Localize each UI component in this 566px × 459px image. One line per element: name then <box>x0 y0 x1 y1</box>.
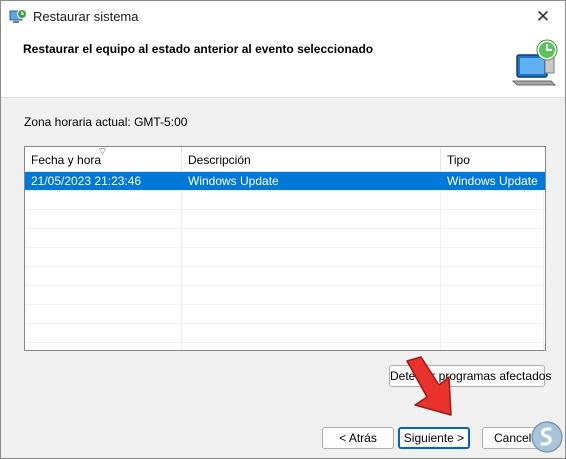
empty-table-row <box>25 267 545 286</box>
system-restore-icon <box>9 9 27 23</box>
close-icon: ✕ <box>535 7 551 26</box>
empty-table-row <box>25 248 545 267</box>
list-rows: 21/05/2023 21:23:46 Windows Update Windows… <box>25 172 545 343</box>
column-header-type[interactable]: Tipo <box>441 147 545 171</box>
empty-table-row <box>25 229 545 248</box>
column-header-description-label: Descripción <box>188 153 251 167</box>
empty-table-row <box>25 305 545 324</box>
title-bar[interactable]: Restaurar sistema ✕ <box>1 1 565 33</box>
column-header-type-label: Tipo <box>447 153 470 167</box>
empty-table-row <box>25 210 545 229</box>
list-header: ▽ Fecha y hora Descripción Tipo <box>25 147 545 172</box>
detect-affected-programs-button[interactable]: Detectar programas afectados <box>389 365 551 387</box>
computer-restore-icon <box>511 39 558 86</box>
window-title: Restaurar sistema <box>33 9 139 24</box>
timezone-label: Zona horaria actual: GMT-5:00 <box>24 115 188 129</box>
watermark-logo-icon <box>531 421 563 453</box>
system-restore-window: Restaurar sistema ✕ Restaurar el equipo … <box>0 0 566 459</box>
column-header-date[interactable]: ▽ Fecha y hora <box>25 147 182 171</box>
page-title: Restaurar el equipo al estado anterior a… <box>23 42 374 56</box>
close-button[interactable]: ✕ <box>521 1 565 33</box>
empty-table-row <box>25 286 545 305</box>
column-header-date-label: Fecha y hora <box>31 153 102 167</box>
restore-points-list[interactable]: ▽ Fecha y hora Descripción Tipo 21/05/20… <box>24 146 546 351</box>
table-cell-description: Windows Update <box>188 174 279 188</box>
sort-indicator-icon: ▽ <box>99 146 106 156</box>
back-button[interactable]: < Atrás <box>322 427 394 449</box>
table-cell-date: 21/05/2023 21:23:46 <box>31 174 142 188</box>
wizard-header: Restaurar el equipo al estado anterior a… <box>1 33 565 98</box>
empty-table-row <box>25 191 545 210</box>
table-cell-type: Windows Update <box>447 174 538 188</box>
empty-table-row <box>25 324 545 343</box>
table-row[interactable]: 21/05/2023 21:23:46 Windows Update Windows… <box>25 172 545 191</box>
column-header-description[interactable]: Descripción <box>182 147 441 171</box>
next-button[interactable]: Siguiente > <box>398 427 470 449</box>
